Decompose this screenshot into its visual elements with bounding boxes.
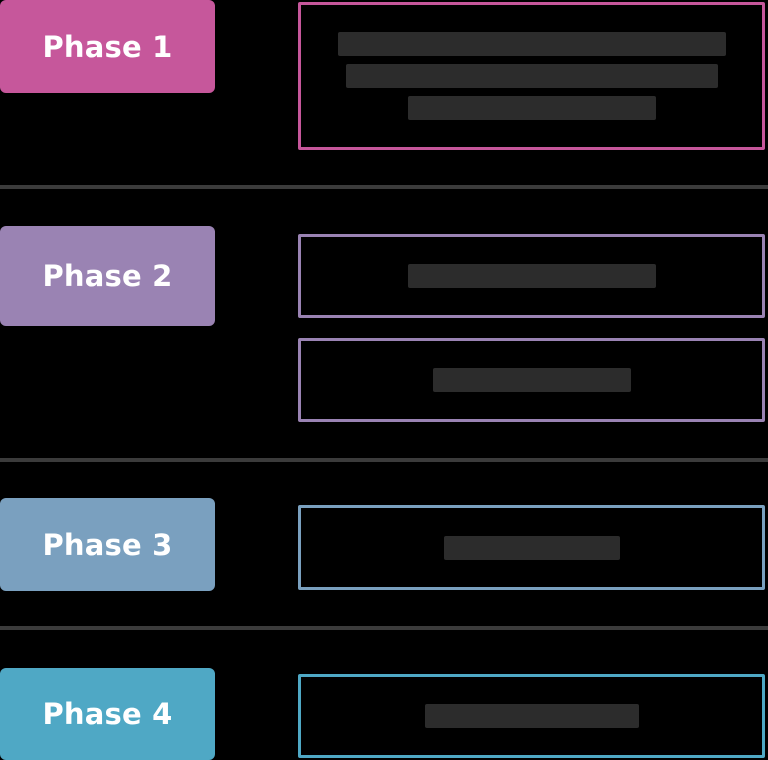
phase-1-task-text-redacted	[337, 32, 727, 120]
redacted-line	[337, 32, 726, 56]
phase-1-label: Phase 1	[0, 0, 215, 93]
section-divider	[0, 458, 768, 462]
phase-4-task-box	[298, 674, 765, 758]
section-divider	[0, 626, 768, 630]
phase-2-task-box-2	[298, 338, 765, 422]
phase-1-task-box	[298, 2, 765, 150]
redacted-line	[443, 535, 620, 560]
redacted-line	[424, 704, 639, 728]
phase-2-label: Phase 2	[0, 226, 215, 326]
redacted-line	[345, 64, 718, 88]
phase-2-task-box-1	[298, 234, 765, 318]
redacted-line	[407, 264, 656, 288]
section-divider	[0, 185, 768, 189]
phase-4-label: Phase 4	[0, 668, 215, 760]
phase-diagram: Phase 1 Phase 2 Phase 3 Phase 4	[0, 0, 768, 760]
phase-3-task-box	[298, 505, 765, 590]
redacted-line	[407, 96, 656, 120]
redacted-line	[432, 368, 631, 392]
phase-3-label: Phase 3	[0, 498, 215, 591]
